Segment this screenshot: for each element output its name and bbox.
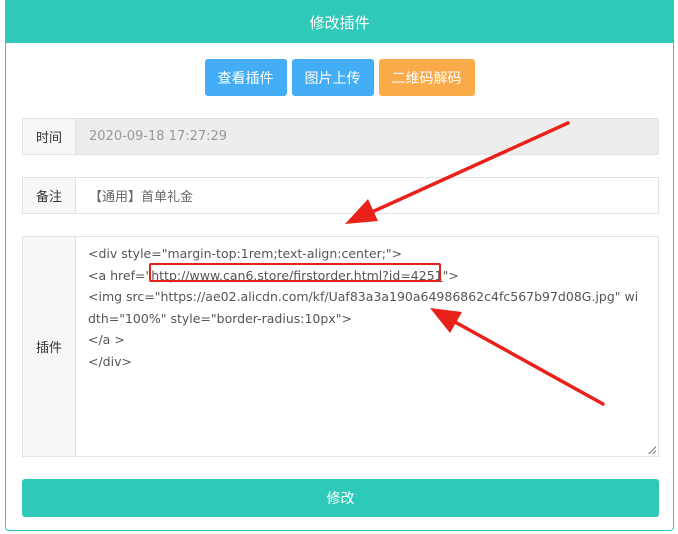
submit-button[interactable]: 修改 <box>22 479 659 517</box>
time-field: 时间 2020-09-18 17:27:29 <box>22 118 659 155</box>
time-input: 2020-09-18 17:27:29 <box>76 119 658 154</box>
plugin-field: 插件 <div style="margin-top:1rem;text-alig… <box>22 236 659 457</box>
note-label: 备注 <box>23 178 76 213</box>
code-line: <a href="http://www.can6.store/firstorde… <box>88 265 646 287</box>
view-plugin-button[interactable]: 查看插件 <box>204 59 287 96</box>
page-title: 修改插件 <box>309 13 370 32</box>
code-line: </a > <box>88 332 125 347</box>
qr-decode-button[interactable]: 二维码解码 <box>378 59 475 96</box>
code-fragment: <a href=" <box>88 267 152 283</box>
toolbar: 查看插件 图片上传 二维码解码 <box>6 59 673 96</box>
note-input[interactable]: 【通用】首单礼金 <box>76 178 658 213</box>
time-label: 时间 <box>23 119 76 154</box>
edit-plugin-panel: 修改插件 查看插件 图片上传 二维码解码 时间 2020-09-18 17:27… <box>5 0 674 531</box>
code-line: </div> <box>88 353 132 369</box>
note-field: 备注 【通用】首单礼金 <box>22 177 659 214</box>
resize-handle-icon[interactable] <box>648 446 656 454</box>
plugin-code-textarea[interactable]: <div style="margin-top:1rem;text-align:c… <box>76 237 658 456</box>
panel-header: 修改插件 <box>6 1 673 43</box>
highlighted-link: http://www.can6.store/firstorder.html?id… <box>151 267 443 283</box>
plugin-label: 插件 <box>23 237 76 456</box>
code-line: <div style="margin-top:1rem;text-align:c… <box>88 246 403 261</box>
code-fragment: "> <box>442 267 459 283</box>
code-line: <img src="https://ae02.alicdn.com/kf/Uaf… <box>88 289 639 326</box>
upload-image-button[interactable]: 图片上传 <box>291 59 374 96</box>
